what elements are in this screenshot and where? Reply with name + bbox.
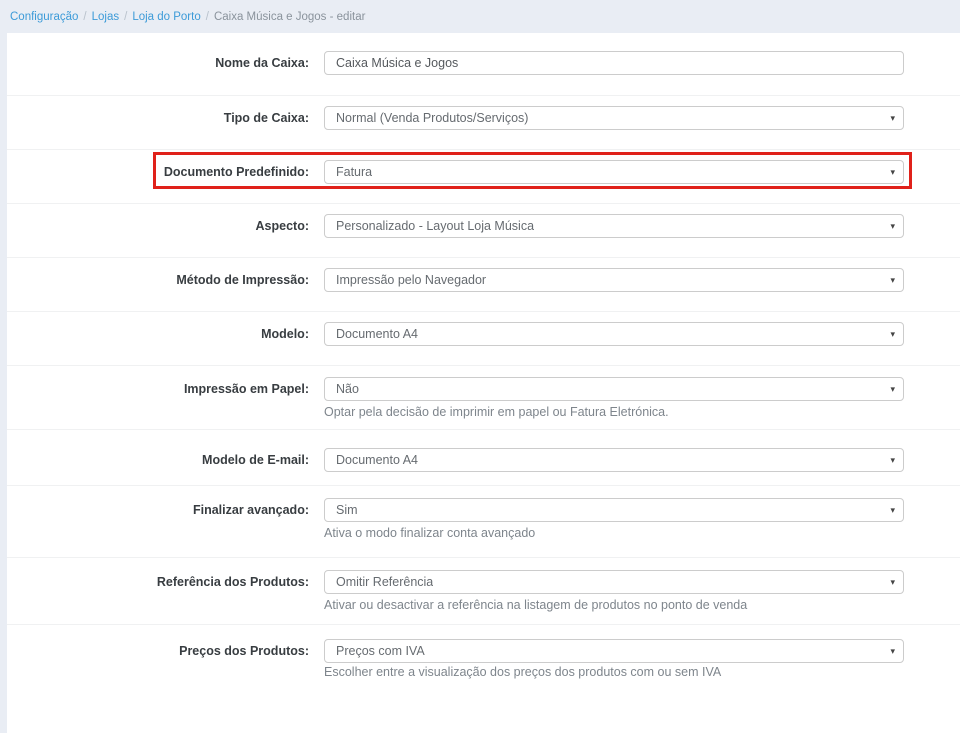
chevron-down-icon: ▾ <box>890 456 895 465</box>
referencia-dos-produtos-label: Referência dos Produtos: <box>7 570 309 594</box>
form-row-precos-dos-produtos: Preços dos Produtos: Preços com IVA ▾ Escol… <box>7 625 960 695</box>
documento-predefinido-control: Fatura ▾ <box>324 160 904 184</box>
breadcrumb-current: Caixa Música e Jogos - editar <box>214 11 365 23</box>
chevron-down-icon: ▾ <box>890 506 895 515</box>
metodo-de-impressao-select[interactable]: Impressão pelo Navegador ▾ <box>324 268 904 292</box>
aspecto-control: Personalizado - Layout Loja Música ▾ <box>324 214 904 238</box>
documento-predefinido-selected-value: Fatura <box>336 165 372 179</box>
finalizar-avancado-selected-value: Sim <box>336 503 358 517</box>
referencia-dos-produtos-select[interactable]: Omitir Referência ▾ <box>324 570 904 594</box>
chevron-down-icon: ▾ <box>890 385 895 394</box>
modelo-label: Modelo: <box>7 322 309 346</box>
breadcrumb-link-configuracao[interactable]: Configuração <box>10 11 78 23</box>
breadcrumb-link-loja-do-porto[interactable]: Loja do Porto <box>132 11 200 23</box>
form-row-documento-predefinido: Documento Predefinido: Fatura ▾ <box>7 150 960 204</box>
aspecto-label: Aspecto: <box>7 214 309 238</box>
breadcrumb-separator: / <box>206 11 209 23</box>
form-row-nome-da-caixa: Nome da Caixa: <box>7 33 960 96</box>
impressao-em-papel-selected-value: Não <box>336 382 359 396</box>
tipo-de-caixa-control: Normal (Venda Produtos/Serviços) ▾ <box>324 106 904 130</box>
modelo-de-e-mail-control: Documento A4 ▾ <box>324 448 904 472</box>
precos-dos-produtos-selected-value: Preços com IVA <box>336 644 425 658</box>
precos-dos-produtos-label: Preços dos Produtos: <box>7 639 309 663</box>
precos-dos-produtos-select[interactable]: Preços com IVA ▾ <box>324 639 904 663</box>
chevron-down-icon: ▾ <box>890 276 895 285</box>
chevron-down-icon: ▾ <box>890 578 895 587</box>
chevron-down-icon: ▾ <box>890 222 895 231</box>
nome-da-caixa-input[interactable] <box>324 51 904 75</box>
chevron-down-icon: ▾ <box>890 168 895 177</box>
referencia-dos-produtos-selected-value: Omitir Referência <box>336 575 433 589</box>
modelo-de-e-mail-select[interactable]: Documento A4 ▾ <box>324 448 904 472</box>
form-row-finalizar-avancado: Finalizar avançado: Sim ▾ Ativa o modo fina… <box>7 486 960 558</box>
aspecto-select[interactable]: Personalizado - Layout Loja Música ▾ <box>324 214 904 238</box>
impressao-em-papel-help-text: Optar pela decisão de imprimir em papel … <box>324 405 904 419</box>
precos-dos-produtos-help-text: Escolher entre a visualização dos preços… <box>324 665 904 679</box>
chevron-down-icon: ▾ <box>890 330 895 339</box>
referencia-dos-produtos-control: Omitir Referência ▾ Ativar ou desactivar a… <box>324 570 904 612</box>
form-panel: Nome da Caixa: Tipo de Caixa: Normal (Vend… <box>7 33 960 733</box>
finalizar-avancado-label: Finalizar avançado: <box>7 498 309 522</box>
tipo-de-caixa-label: Tipo de Caixa: <box>7 106 309 130</box>
referencia-dos-produtos-help-text: Ativar ou desactivar a referência na lis… <box>324 598 904 612</box>
metodo-de-impressao-control: Impressão pelo Navegador ▾ <box>324 268 904 292</box>
form-row-aspecto: Aspecto: Personalizado - Layout Loja Músi… <box>7 204 960 258</box>
finalizar-avancado-select[interactable]: Sim ▾ <box>324 498 904 522</box>
finalizar-avancado-help-text: Ativa o modo finalizar conta avançado <box>324 526 904 540</box>
documento-predefinido-select[interactable]: Fatura ▾ <box>324 160 904 184</box>
tipo-de-caixa-selected-value: Normal (Venda Produtos/Serviços) <box>336 111 528 125</box>
impressao-em-papel-label: Impressão em Papel: <box>7 377 309 401</box>
breadcrumb-link-lojas[interactable]: Lojas <box>92 11 120 23</box>
modelo-selected-value: Documento A4 <box>336 327 418 341</box>
modelo-select[interactable]: Documento A4 ▾ <box>324 322 904 346</box>
chevron-down-icon: ▾ <box>890 114 895 123</box>
modelo-de-e-mail-label: Modelo de E-mail: <box>7 448 309 472</box>
nome-da-caixa-label: Nome da Caixa: <box>7 51 309 75</box>
breadcrumb: Configuração / Lojas / Loja do Porto / C… <box>0 0 960 33</box>
modelo-de-e-mail-selected-value: Documento A4 <box>336 453 418 467</box>
metodo-de-impressao-label: Método de Impressão: <box>7 268 309 292</box>
metodo-de-impressao-selected-value: Impressão pelo Navegador <box>336 273 486 287</box>
impressao-em-papel-control: Não ▾ Optar pela decisão de imprimir em pa… <box>324 377 904 419</box>
aspecto-selected-value: Personalizado - Layout Loja Música <box>336 219 534 233</box>
form-row-referencia-dos-produtos: Referência dos Produtos: Omitir Referênci… <box>7 558 960 625</box>
breadcrumb-separator: / <box>124 11 127 23</box>
modelo-control: Documento A4 ▾ <box>324 322 904 346</box>
form-row-modelo: Modelo: Documento A4 ▾ <box>7 312 960 366</box>
impressao-em-papel-select[interactable]: Não ▾ <box>324 377 904 401</box>
chevron-down-icon: ▾ <box>890 647 895 656</box>
form-row-metodo-de-impressao: Método de Impressão: Impressão pelo Naveg… <box>7 258 960 312</box>
nome-da-caixa-control <box>324 51 904 75</box>
precos-dos-produtos-control: Preços com IVA ▾ Escolher entre a visualiz… <box>324 639 904 679</box>
form-row-impressao-em-papel: Impressão em Papel: Não ▾ Optar pela decisã… <box>7 366 960 430</box>
finalizar-avancado-control: Sim ▾ Ativa o modo finalizar conta avançad… <box>324 498 904 540</box>
breadcrumb-separator: / <box>83 11 86 23</box>
tipo-de-caixa-select[interactable]: Normal (Venda Produtos/Serviços) ▾ <box>324 106 904 130</box>
documento-predefinido-label: Documento Predefinido: <box>7 160 309 184</box>
form-row-tipo-de-caixa: Tipo de Caixa: Normal (Venda Produtos/Ser… <box>7 96 960 150</box>
form-row-modelo-de-e-mail: Modelo de E-mail: Documento A4 ▾ <box>7 430 960 486</box>
